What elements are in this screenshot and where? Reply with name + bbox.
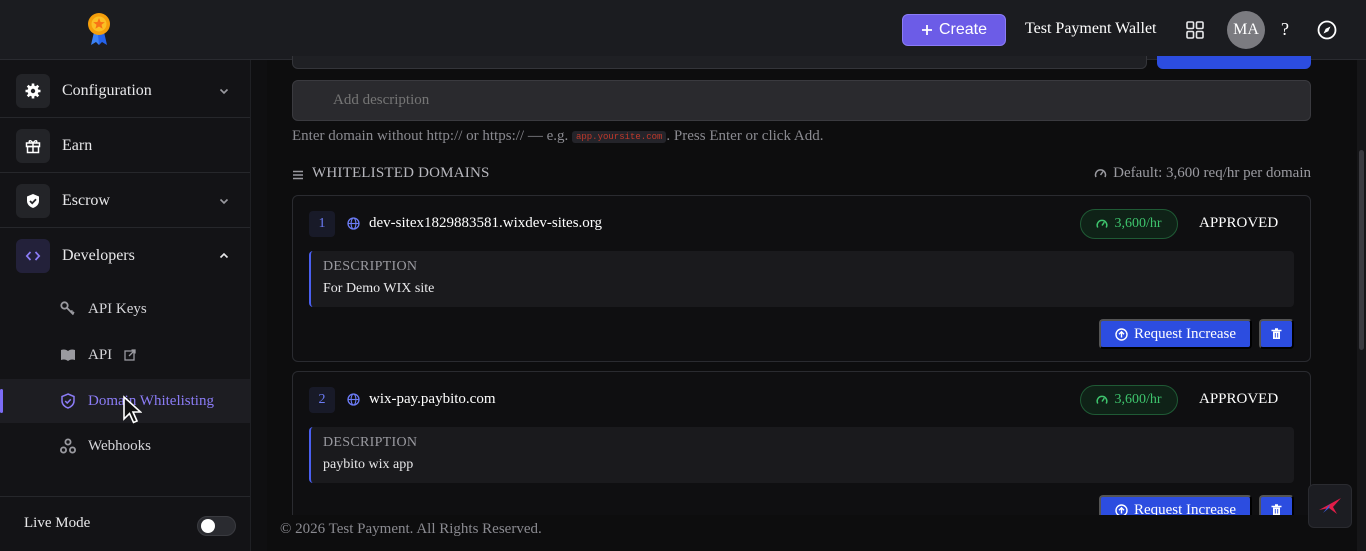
description-input[interactable] <box>292 80 1311 121</box>
domain-name: wix-pay.paybito.com <box>369 391 496 407</box>
trash-icon <box>1271 328 1282 339</box>
create-label: Create <box>938 21 988 38</box>
book-icon <box>61 349 75 361</box>
gauge-icon <box>1096 219 1108 228</box>
apps-grid-icon[interactable] <box>1186 21 1204 39</box>
rate-limit-badge: 3,600/hr <box>1080 209 1178 239</box>
rate-limit-badge: 3,600/hr <box>1080 385 1178 415</box>
request-increase-button[interactable]: Request Increase <box>1099 319 1252 349</box>
live-mode-toggle[interactable] <box>197 516 236 536</box>
gauge-icon <box>1096 395 1108 404</box>
shield-check-icon <box>27 193 39 208</box>
help-icon[interactable]: ? <box>1281 19 1289 40</box>
award-medal-icon[interactable] <box>86 12 112 46</box>
shield-icon <box>61 393 75 409</box>
wallet-name[interactable]: Test Payment Wallet <box>1025 20 1157 38</box>
domain-hint: Enter domain without http:// or https://… <box>292 128 823 145</box>
sidebar-item-label: Developers <box>62 247 135 264</box>
footer-copyright: © 2026 Test Payment. All Rights Reserved… <box>280 521 542 537</box>
key-icon <box>60 301 75 316</box>
scrollbar-thumb[interactable] <box>1359 150 1364 350</box>
external-link-icon <box>124 349 136 361</box>
gear-icon <box>25 83 41 98</box>
domain-index: 2 <box>309 387 335 413</box>
sidebar-item-configuration[interactable]: Configuration <box>0 64 250 118</box>
arrow-up-circle-icon <box>1115 327 1128 341</box>
description-box: DESCRIPTION paybito wix app <box>309 427 1294 483</box>
list-icon <box>293 170 303 180</box>
sidebar-item-developers[interactable]: Developers <box>0 229 250 283</box>
gift-icon <box>25 139 41 153</box>
globe-icon <box>347 393 360 406</box>
rate-limit-value: 3,600/hr <box>1114 216 1162 231</box>
sidebar-item-label: Configuration <box>62 81 152 99</box>
status-badge: APPROVED <box>1199 215 1279 231</box>
avatar[interactable]: MA <box>1227 11 1265 49</box>
footer: © 2026 Test Payment. All Rights Reserved… <box>267 515 1357 551</box>
section-title: WHITELISTED DOMAINS <box>312 165 490 181</box>
sidebar-subitem-label: API <box>88 346 113 363</box>
chevron-up-icon <box>219 252 229 259</box>
live-mode-row: Live Mode <box>0 496 250 551</box>
hint-example-code: app.yoursite.com <box>571 130 667 143</box>
scrollbar[interactable] <box>1357 60 1366 551</box>
chat-widget-button[interactable] <box>1308 484 1352 528</box>
compass-icon[interactable] <box>1317 20 1337 40</box>
rate-limit-value: 3,600/hr <box>1114 392 1162 407</box>
sidebar: Configuration Earn Escrow Developers API… <box>0 60 250 551</box>
webhook-icon <box>60 438 76 454</box>
description-label: DESCRIPTION <box>323 259 418 274</box>
description-text: For Demo WIX site <box>323 281 435 296</box>
sidebar-subitem-label: Domain Whitelisting <box>88 392 214 409</box>
sidebar-subitem-api-keys[interactable]: API Keys <box>0 287 250 331</box>
default-rate-note: Default: 3,600 req/hr per domain <box>1094 165 1311 182</box>
sidebar-item-earn[interactable]: Earn <box>0 119 250 173</box>
bird-logo-icon <box>1319 498 1341 514</box>
sidebar-subitem-label: Webhooks <box>88 437 151 454</box>
live-mode-label: Live Mode <box>24 515 91 531</box>
description-box: DESCRIPTION For Demo WIX site <box>309 251 1294 307</box>
whitelist-header: WHITELISTED DOMAINS Default: 3,600 req/h… <box>292 165 1311 185</box>
globe-icon <box>347 217 360 230</box>
sidebar-item-label: Earn <box>62 136 93 154</box>
main-content: Enter domain without http:// or https://… <box>267 56 1357 551</box>
chevron-down-icon <box>219 88 229 94</box>
chevron-down-icon <box>219 198 229 204</box>
sidebar-subitem-api[interactable]: API <box>0 333 250 377</box>
sidebar-subitem-webhooks[interactable]: Webhooks <box>0 424 250 468</box>
hint-text: Enter domain without http:// or https://… <box>292 128 569 144</box>
domain-card: 2 wix-pay.paybito.com 3,600/hr APPROVED … <box>292 371 1311 538</box>
domain-input[interactable] <box>292 56 1147 69</box>
create-button[interactable]: Create <box>902 14 1006 46</box>
status-badge: APPROVED <box>1199 391 1279 407</box>
code-icon <box>25 251 41 261</box>
plus-icon <box>921 25 932 35</box>
delete-domain-button[interactable] <box>1259 319 1294 349</box>
sidebar-item-escrow[interactable]: Escrow <box>0 174 250 228</box>
sidebar-subitem-label: API Keys <box>88 300 147 317</box>
mouse-cursor-icon <box>123 395 142 424</box>
sidebar-item-label: Escrow <box>62 191 110 209</box>
domain-card: 1 dev-sitex1829883581.wixdev-sites.org 3… <box>292 195 1311 362</box>
description-label: DESCRIPTION <box>323 435 418 450</box>
add-domain-button[interactable] <box>1157 56 1311 69</box>
request-increase-label: Request Increase <box>1133 325 1237 342</box>
domain-index: 1 <box>309 211 335 237</box>
default-rate-text: Default: 3,600 req/hr per domain <box>1113 165 1311 181</box>
gauge-icon <box>1094 169 1107 178</box>
top-bar: Create Test Payment Wallet MA ? <box>0 0 1366 60</box>
domain-name: dev-sitex1829883581.wixdev-sites.org <box>369 215 603 231</box>
toggle-knob <box>201 519 215 533</box>
description-text: paybito wix app <box>323 457 414 472</box>
hint-text-end: . Press Enter or click Add. <box>666 128 824 144</box>
sidebar-divider <box>250 60 267 551</box>
